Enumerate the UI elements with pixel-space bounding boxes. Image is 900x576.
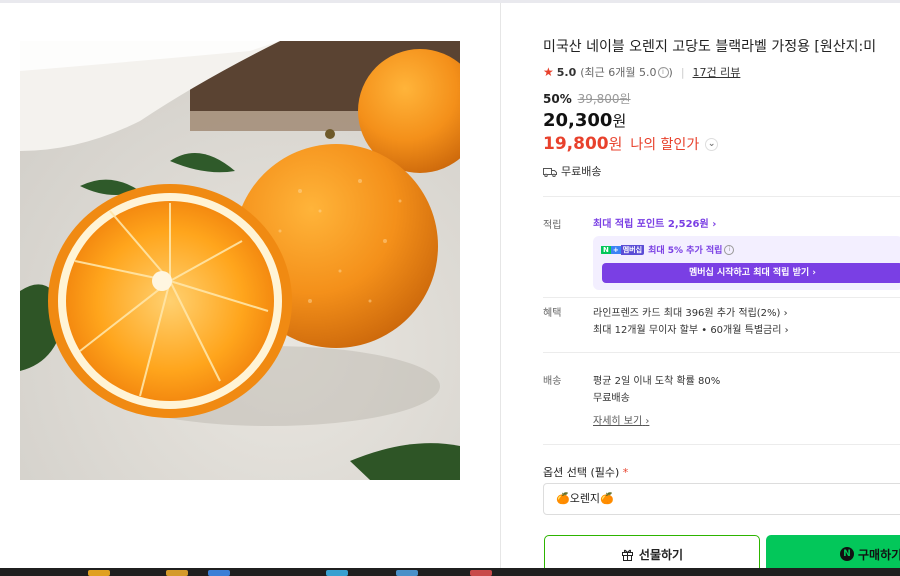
taskbar-app-icon[interactable] [470,570,492,576]
points-label: 적립 [543,220,562,231]
my-discount-price[interactable]: 19,800원 나의 할인가 ⌄ [543,133,719,154]
npay-membership-badge: N + 멤버십 [601,244,645,255]
npay-badge-plus: + [610,245,621,254]
sale-price-number: 20,300 [543,110,613,131]
orange-product-image [20,41,460,480]
npay-badge-membership: 멤버십 [620,244,645,255]
original-price: 39,800원 [577,92,631,106]
chevron-right-icon: › [784,325,789,336]
gift-icon [621,549,633,561]
os-taskbar [0,568,900,576]
my-price-number: 19,800 [543,134,609,154]
points-amount: 2,526원 [667,219,709,230]
max-points-link[interactable]: 최대 적립 포인트 2,526원 › [593,215,716,230]
panel-divider [500,3,501,568]
gift-button-label: 선물하기 [638,547,684,562]
benefit-label: 혜택 [543,308,562,319]
delivery-estimate: 평균 2일 이내 도착 확률 80% [593,376,721,387]
membership-extra-points: 최대 5% 추가 적립 [648,246,723,256]
card-benefit-link[interactable]: 라인프렌즈 카드 최대 396원 추가 적립(2%) › [593,304,788,319]
info-icon[interactable]: i [657,66,669,78]
membership-start-button[interactable]: 멤버십 시작하고 최대 적립 받기 › [602,263,900,283]
membership-info-row: N + 멤버십 최대 5% 추가 적립 i [601,243,735,256]
shipping-text: 무료배송 [561,165,602,178]
option-label: 옵션 선택 (필수) * [543,466,629,479]
installment-benefit-link[interactable]: 최대 12개월 무이자 할부 • 60개월 특별금리 › [593,321,789,336]
taskbar-app-icon[interactable] [326,570,348,576]
product-info-panel: 미국산 네이블 오렌지 고당도 블랙라벨 가정용 [원산지:미 ★ 5.0 (최… [543,0,900,573]
discount-row: 50% 39,800원 [543,90,631,107]
my-price-unit: 원 [608,135,623,153]
truck-icon [543,168,557,178]
rating-separator: | [680,65,685,79]
sale-price: 20,300원 [543,110,626,131]
buy-button-label: 구매하기 [858,547,900,562]
taskbar-app-icon[interactable] [208,570,230,576]
sale-price-unit: 원 [612,112,627,130]
delivery-fee: 무료배송 [593,393,630,404]
rating-score: 5.0 [556,65,577,79]
product-title: 미국산 네이블 오렌지 고당도 블랙라벨 가정용 [원산지:미 [543,39,877,55]
product-photo[interactable] [20,41,460,480]
points-link-text: 최대 적립 포인트 [593,219,665,230]
shipping-row: 무료배송 [543,163,601,179]
taskbar-app-icon[interactable] [88,570,110,576]
product-image-panel [0,3,500,568]
naver-n-icon: N [840,547,854,561]
chevron-right-icon: › [645,416,650,427]
membership-box: N + 멤버십 최대 5% 추가 적립 i 멤버십 시작하고 최대 적립 받기 › [593,236,900,290]
taskbar-app-icon[interactable] [166,570,188,576]
rating-row: ★ 5.0 (최근 6개월 5.0 i) | 17건 리뷰 [543,64,741,80]
section-divider [543,352,900,353]
npay-badge-n: N [601,245,611,254]
my-price-label: 나의 할인가 [630,137,700,153]
discount-percent: 50% [543,92,572,106]
info-icon[interactable]: i [724,244,735,255]
chevron-right-icon: › [712,219,717,230]
section-divider [543,196,900,197]
delivery-label: 배송 [543,376,562,387]
chevron-down-icon[interactable]: ⌄ [705,137,719,151]
option-select[interactable]: 🍊오렌지🍊 [543,483,900,515]
delivery-detail-link[interactable]: 자세히 보기 › [593,412,649,427]
section-divider [543,297,900,298]
star-icon: ★ [543,65,554,79]
required-mark: * [622,466,629,479]
section-divider [543,444,900,445]
recent-rating: (최근 6개월 5.0 [580,66,657,79]
review-count-link[interactable]: 17건 리뷰 [693,64,741,80]
taskbar-app-icon[interactable] [396,570,418,576]
chevron-right-icon: › [783,308,788,319]
